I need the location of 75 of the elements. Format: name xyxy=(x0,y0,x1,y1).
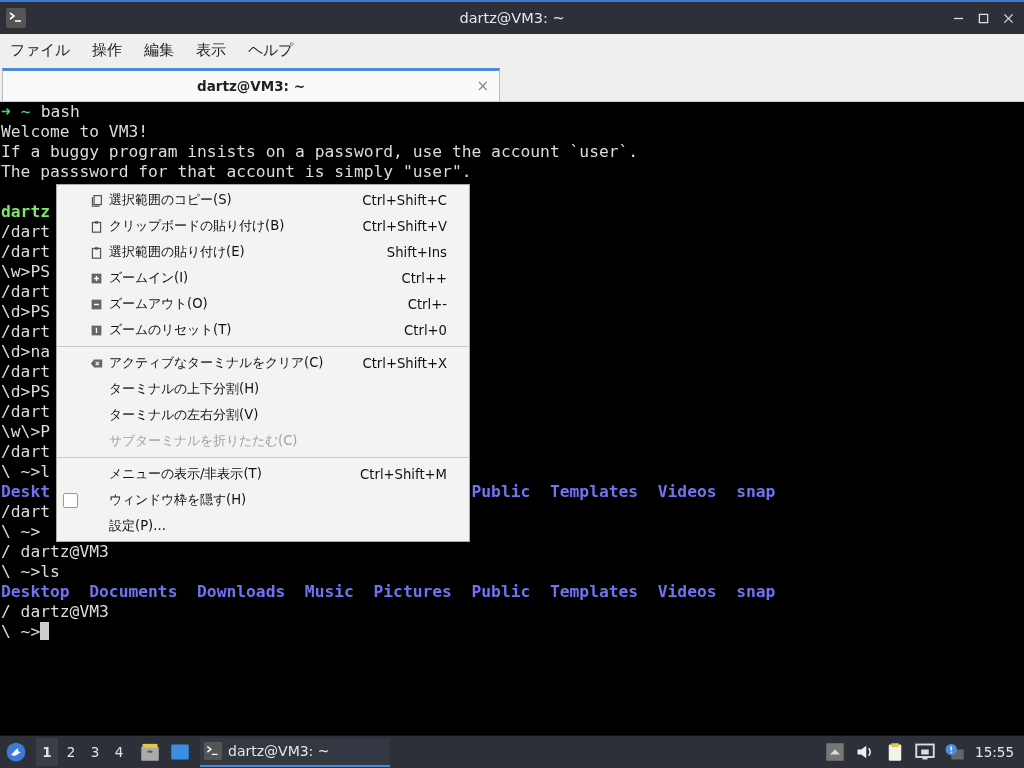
prompt-user: dartz xyxy=(1,202,50,221)
terminal-line: \ ~> xyxy=(1,522,41,541)
workspace-button[interactable]: 2 xyxy=(60,738,82,766)
start-menu-icon[interactable] xyxy=(6,742,26,762)
tab[interactable]: dartz@VM3: ~ × xyxy=(2,68,500,101)
terminal-line: If a buggy program insists on a password, use the account `user`. xyxy=(1,142,639,161)
prompt-path: ~ xyxy=(20,102,31,121)
menu-item[interactable]: 表示 xyxy=(196,40,226,60)
directory-listing: Public Templates Videos snap xyxy=(471,482,776,502)
tray-expand-icon[interactable] xyxy=(825,742,846,762)
terminal-line: The passsword for that account is simply "user". xyxy=(1,162,472,181)
menu-item: サブターミナルを折りたたむ(C) xyxy=(108,432,299,450)
terminal-line: \d>PS xyxy=(1,382,50,401)
text-cursor xyxy=(40,622,50,640)
terminal-line: / dartz@VM3 xyxy=(1,602,109,621)
menu-item[interactable]: 選択範囲のコピー(S) Ctrl+Shift+C xyxy=(57,187,469,213)
menu-item[interactable]: ズームアウト(O) Ctrl+- xyxy=(57,291,469,317)
directory-listing: Desktop Documents Downloads Music Pictures Public Templates Videos snap xyxy=(1,582,776,601)
menu-item[interactable]: アクティブなターミナルをクリア(C) Ctrl+Shift+X xyxy=(57,350,469,376)
menu-item[interactable]: 編集 xyxy=(144,40,174,60)
taskbar-window-button[interactable]: dartz@VM3: ~ xyxy=(200,737,390,767)
menu-item[interactable]: ファイル xyxy=(10,40,70,60)
file-manager-icon[interactable] xyxy=(140,742,160,762)
terminal-line: / dartz@VM3 xyxy=(1,542,109,561)
plus-icon xyxy=(89,271,103,285)
clipboard-icon xyxy=(89,219,103,233)
menu-item[interactable]: クリップボードの貼り付け(B) Ctrl+Shift+V xyxy=(57,213,469,239)
checkbox[interactable] xyxy=(62,492,78,508)
terminal-line: /dart xyxy=(1,402,50,421)
menu-item[interactable]: ターミナルの上下分割(H) xyxy=(57,376,469,402)
maximize-icon[interactable] xyxy=(978,12,989,24)
menu-item[interactable]: 操作 xyxy=(92,40,122,60)
terminal-icon xyxy=(204,742,222,760)
window-title: dartz@VM3: ~ xyxy=(459,10,565,26)
terminal-line: bash xyxy=(40,102,80,121)
menu-item[interactable]: メニューの表示/非表示(T) Ctrl+Shift+M xyxy=(57,461,469,487)
menu-item[interactable]: ターミナルの左右分割(V) xyxy=(57,402,469,428)
terminal-line: \w>PS xyxy=(1,262,50,281)
menu-item[interactable]: 設定(P)... xyxy=(57,513,469,539)
terminal-line: /dart xyxy=(1,282,50,301)
menu-item[interactable]: ウィンドウ枠を隠す(H) xyxy=(57,487,469,513)
directory-listing: Deskt xyxy=(1,482,50,501)
terminal-icon xyxy=(6,8,26,28)
minus-icon xyxy=(89,297,103,311)
terminal-line: \d>PS xyxy=(1,302,50,321)
menu-item[interactable]: 選択範囲の貼り付け(E) Shift+Ins xyxy=(57,239,469,265)
notification-icon[interactable] xyxy=(945,742,966,762)
terminal-line: \ ~> xyxy=(1,622,41,641)
terminal-line: \w\>P xyxy=(1,422,50,441)
terminal-line: \d>na xyxy=(1,342,50,361)
terminal-line: /dart xyxy=(1,222,50,241)
clipboard-icon xyxy=(89,245,103,259)
close-icon[interactable] xyxy=(1003,12,1014,24)
copy-icon xyxy=(89,193,103,207)
clock: 15:55 xyxy=(975,744,1014,760)
network-icon[interactable] xyxy=(915,742,936,762)
terminal-line: /dart xyxy=(1,362,50,381)
menu-item[interactable]: ズームのリセット(T) Ctrl+0 xyxy=(57,317,469,343)
desktop-icon[interactable] xyxy=(170,742,190,762)
terminal-line: /dart xyxy=(1,322,50,341)
backspace-icon xyxy=(89,356,103,370)
one-icon xyxy=(89,323,103,337)
workspace-button[interactable]: 1 xyxy=(36,738,58,766)
terminal-line: /dart xyxy=(1,442,50,461)
terminal-area[interactable] xyxy=(0,102,1024,735)
prompt-arrow: ➜ xyxy=(1,102,11,121)
terminal-line: \ ~>ls xyxy=(1,562,60,581)
terminal-line: /dart xyxy=(1,242,50,261)
terminal-line: \ ~>l xyxy=(1,462,50,481)
terminal-line: Welcome to VM3! xyxy=(1,122,149,141)
workspace-button[interactable]: 4 xyxy=(108,738,130,766)
menu-item[interactable]: ズームイン(I) Ctrl++ xyxy=(57,265,469,291)
workspace-button[interactable]: 3 xyxy=(84,738,106,766)
terminal-line: /dart xyxy=(1,502,50,521)
menu-item[interactable]: ヘルプ xyxy=(248,40,293,60)
